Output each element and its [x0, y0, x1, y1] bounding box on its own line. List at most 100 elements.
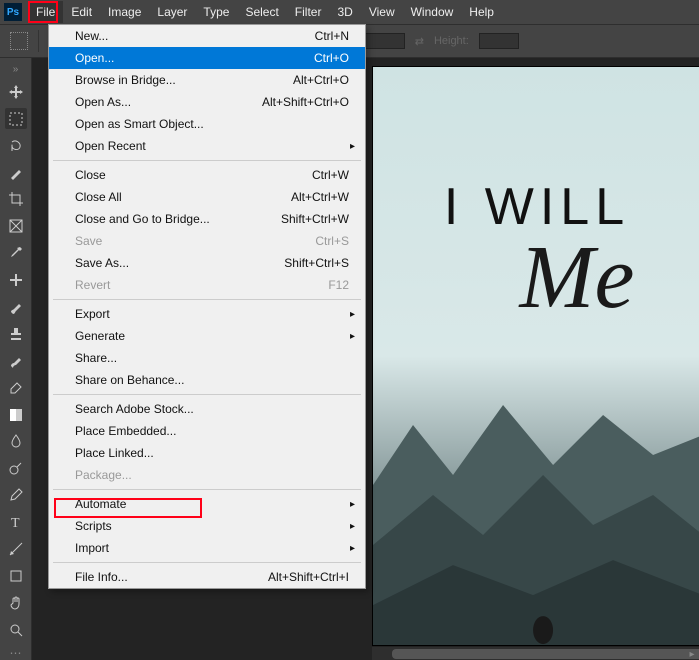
menu-item-label: Scripts: [75, 519, 112, 533]
menu-item-label: Generate: [75, 329, 125, 343]
tool-eyedropper[interactable]: [5, 243, 27, 264]
tool-eraser[interactable]: [5, 377, 27, 398]
tool-marquee[interactable]: [5, 108, 27, 129]
menu-item-shortcut: Shift+Ctrl+S: [284, 256, 349, 270]
menu-item-share-on-behance[interactable]: Share on Behance...: [49, 369, 365, 391]
scrollbar-arrow-right-icon[interactable]: ▸: [685, 647, 699, 660]
tool-brush[interactable]: [5, 297, 27, 318]
toolbar-more-icon[interactable]: ⋯: [10, 646, 22, 660]
tool-history[interactable]: [5, 350, 27, 371]
menu-item-open-as-smart-object[interactable]: Open as Smart Object...: [49, 113, 365, 135]
toolbar-collapse-icon[interactable]: »: [13, 64, 19, 75]
menu-item-label: Browse in Bridge...: [75, 73, 176, 87]
horizontal-scrollbar[interactable]: ▸: [372, 646, 699, 660]
menu-item-shortcut: Alt+Ctrl+W: [291, 190, 349, 204]
menu-image[interactable]: Image: [100, 1, 149, 23]
tool-crop[interactable]: [5, 189, 27, 210]
menu-item-new[interactable]: New...Ctrl+N: [49, 25, 365, 47]
tool-hand[interactable]: [5, 592, 27, 613]
menu-item-export[interactable]: Export ▸: [49, 303, 365, 325]
menu-select[interactable]: Select: [237, 1, 286, 23]
menu-item-label: Export: [75, 307, 110, 321]
menu-item-shortcut: Ctrl+N: [315, 29, 349, 43]
menu-separator: [53, 160, 361, 161]
menu-item-generate[interactable]: Generate▸: [49, 325, 365, 347]
tool-heal[interactable]: [5, 270, 27, 291]
menu-item-browse-in-bridge[interactable]: Browse in Bridge... Alt+Ctrl+O: [49, 69, 365, 91]
scrollbar-thumb[interactable]: [392, 649, 699, 659]
menu-item-automate[interactable]: Automate ▸: [49, 493, 365, 515]
menu-item-label: Close and Go to Bridge...: [75, 212, 210, 226]
menu-item-import[interactable]: Import▸: [49, 537, 365, 559]
menu-type[interactable]: Type: [195, 1, 237, 23]
menu-item-revert: Revert F12: [49, 274, 365, 296]
document-canvas[interactable]: I WILL Me: [372, 66, 699, 646]
mountains-image: [373, 385, 699, 645]
menu-item-label: Place Embedded...: [75, 424, 176, 438]
tool-move[interactable]: [5, 81, 27, 102]
toolbar: » T ⋯: [0, 58, 32, 660]
tool-dodge[interactable]: [5, 458, 27, 479]
tool-path[interactable]: [5, 539, 27, 560]
submenu-arrow-icon: ▸: [350, 499, 355, 510]
menu-item-close[interactable]: Close Ctrl+W: [49, 164, 365, 186]
menu-item-close-all[interactable]: Close AllAlt+Ctrl+W: [49, 186, 365, 208]
menu-edit[interactable]: Edit: [63, 1, 100, 23]
tool-stamp[interactable]: [5, 323, 27, 344]
menu-item-save: SaveCtrl+S: [49, 230, 365, 252]
menu-item-place-embedded[interactable]: Place Embedded...: [49, 420, 365, 442]
menu-item-label: Revert: [75, 278, 110, 292]
menu-item-label: Automate: [75, 497, 126, 511]
menu-item-file-info[interactable]: File Info...Alt+Shift+Ctrl+I: [49, 566, 365, 588]
tool-shape[interactable]: [5, 565, 27, 586]
svg-text:T: T: [11, 516, 20, 530]
menu-item-shortcut: Ctrl+W: [312, 168, 349, 182]
menu-item-share[interactable]: Share...: [49, 347, 365, 369]
tool-frame[interactable]: [5, 216, 27, 237]
menu-item-place-linked[interactable]: Place Linked...: [49, 442, 365, 464]
tool-gradient[interactable]: [5, 404, 27, 425]
menu-item-shortcut: Alt+Ctrl+O: [293, 73, 349, 87]
menu-item-label: Search Adobe Stock...: [75, 402, 194, 416]
menu-item-label: Open...: [75, 51, 114, 65]
menu-item-label: Package...: [75, 468, 132, 482]
menu-item-close-and-go-to-bridge[interactable]: Close and Go to Bridge...Shift+Ctrl+W: [49, 208, 365, 230]
menu-item-label: Close: [75, 168, 106, 182]
menu-item-label: Share on Behance...: [75, 373, 184, 387]
tool-pen[interactable]: [5, 485, 27, 506]
submenu-arrow-icon: ▸: [350, 309, 355, 320]
menu-item-save-as[interactable]: Save As...Shift+Ctrl+S: [49, 252, 365, 274]
menu-item-search-adobe-stock[interactable]: Search Adobe Stock...: [49, 398, 365, 420]
menu-separator: [53, 562, 361, 563]
menu-item-label: Import: [75, 541, 109, 555]
menu-separator: [53, 299, 361, 300]
menu-item-open-recent[interactable]: Open Recent▸: [49, 135, 365, 157]
menu-filter[interactable]: Filter: [287, 1, 330, 23]
menu-window[interactable]: Window: [403, 1, 462, 23]
menu-layer[interactable]: Layer: [149, 1, 195, 23]
tool-blur[interactable]: [5, 431, 27, 452]
tool-lasso[interactable]: [5, 135, 27, 156]
menu-view[interactable]: View: [361, 1, 403, 23]
menu-item-shortcut: F12: [328, 278, 349, 292]
menubar-items: FileEditImageLayerTypeSelectFilter3DView…: [28, 1, 502, 23]
canvas-text-overlay: I WILL Me: [373, 177, 699, 318]
menu-3d[interactable]: 3D: [329, 1, 360, 23]
menu-item-open-as[interactable]: Open As...Alt+Shift+Ctrl+O: [49, 91, 365, 113]
menu-item-scripts[interactable]: Scripts ▸: [49, 515, 365, 537]
menu-item-shortcut: Alt+Shift+Ctrl+I: [268, 570, 349, 584]
menu-item-label: Share...: [75, 351, 117, 365]
swap-icon[interactable]: ⇄: [415, 35, 424, 48]
height-input[interactable]: [479, 33, 519, 49]
ps-logo-icon: Ps: [4, 3, 22, 21]
menu-item-open[interactable]: Open...Ctrl+O: [49, 47, 365, 69]
menu-help[interactable]: Help: [461, 1, 502, 23]
tool-type[interactable]: T: [5, 512, 27, 533]
menu-file[interactable]: File: [28, 1, 63, 23]
menu-item-label: Open as Smart Object...: [75, 117, 204, 131]
tool-wand[interactable]: [5, 162, 27, 183]
width-input[interactable]: [365, 33, 405, 49]
submenu-arrow-icon: ▸: [350, 521, 355, 532]
submenu-arrow-icon: ▸: [350, 141, 355, 152]
tool-zoom[interactable]: [5, 619, 27, 640]
